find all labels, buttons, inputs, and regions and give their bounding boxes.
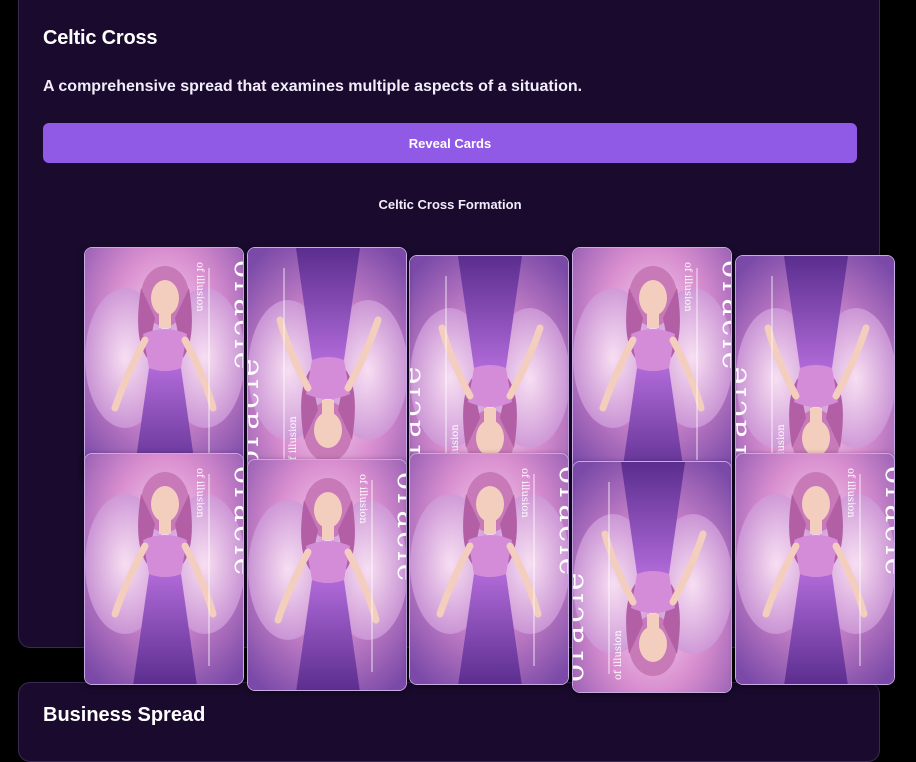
tarot-card-7[interactable]: oracle of illusion bbox=[247, 459, 407, 691]
card-artwork: oracle of illusion bbox=[410, 454, 569, 684]
card-artwork: oracle of illusion bbox=[248, 460, 407, 690]
svg-text:of illusion: of illusion bbox=[194, 262, 205, 312]
next-spread-title: Business Spread bbox=[43, 704, 206, 726]
svg-text:oracle: oracle bbox=[390, 472, 407, 584]
svg-text:oracle: oracle bbox=[715, 260, 732, 372]
tarot-card-4[interactable]: oracle of illusion bbox=[572, 247, 732, 479]
tarot-card-2[interactable]: oracle of illusion bbox=[247, 247, 407, 479]
svg-text:of illusion: of illusion bbox=[194, 468, 205, 518]
reveal-cards-button[interactable]: Reveal Cards bbox=[43, 123, 857, 163]
card-artwork: oracle of illusion bbox=[573, 248, 732, 478]
tarot-card-9[interactable]: oracle of illusion bbox=[572, 461, 732, 693]
tarot-card-6[interactable]: oracle of illusion bbox=[84, 453, 244, 685]
formation-label: Celtic Cross Formation bbox=[378, 197, 522, 212]
card-artwork: oracle of illusion bbox=[736, 454, 895, 684]
card-artwork: oracle of illusion bbox=[85, 454, 244, 684]
svg-text:oracle: oracle bbox=[227, 466, 244, 578]
svg-text:of illusion: of illusion bbox=[845, 468, 856, 518]
spread-description: A comprehensive spread that examines mul… bbox=[43, 78, 583, 95]
svg-text:oracle: oracle bbox=[878, 466, 895, 578]
svg-text:of illusion: of illusion bbox=[682, 262, 693, 312]
spread-title: Celtic Cross bbox=[43, 27, 158, 49]
tarot-card-10[interactable]: oracle of illusion bbox=[735, 453, 895, 685]
svg-text:oracle: oracle bbox=[552, 466, 569, 578]
card-artwork: oracle of illusion bbox=[573, 462, 731, 692]
svg-text:oracle: oracle bbox=[573, 570, 591, 682]
svg-text:of illusion: of illusion bbox=[519, 468, 530, 518]
svg-text:oracle: oracle bbox=[227, 260, 244, 372]
svg-text:of illusion: of illusion bbox=[613, 630, 624, 680]
card-artwork: oracle of illusion bbox=[248, 248, 406, 478]
tarot-card-1[interactable]: oracle of illusion bbox=[84, 247, 244, 479]
card-artwork: oracle of illusion bbox=[85, 248, 244, 478]
svg-text:oracle: oracle bbox=[248, 356, 266, 468]
tarot-card-8[interactable]: oracle of illusion bbox=[409, 453, 569, 685]
svg-text:of illusion: of illusion bbox=[357, 474, 368, 524]
